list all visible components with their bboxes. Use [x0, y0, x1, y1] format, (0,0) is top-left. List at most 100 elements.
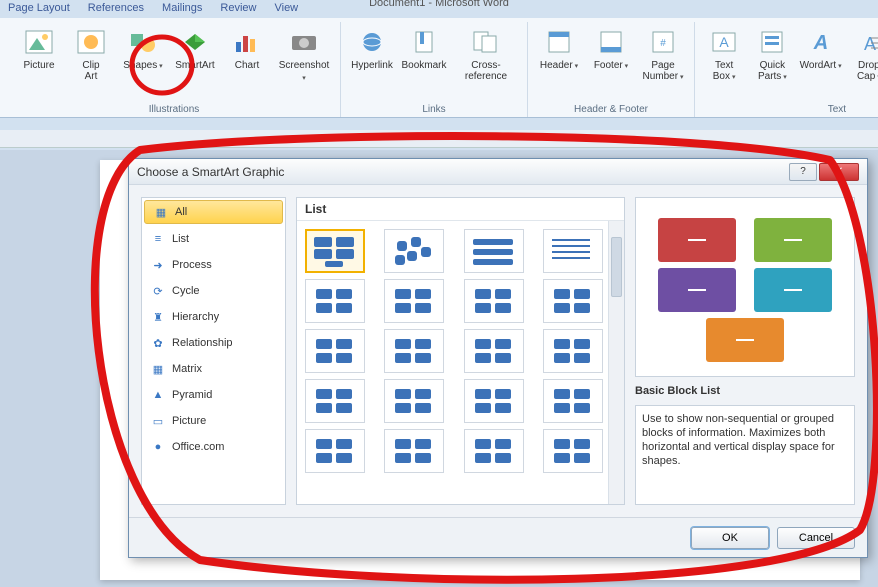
scrollbar-thumb[interactable] [611, 237, 622, 297]
ribbon: Picture Clip Art Shapes SmartArt Chart S… [0, 18, 878, 118]
category-item-process[interactable]: ➜Process [142, 252, 285, 278]
clipart-button[interactable]: Clip Art [66, 22, 116, 86]
category-item-all[interactable]: ▦ All [144, 200, 283, 224]
ribbon-tabs: Page Layout References Mailings Review V… [0, 0, 306, 16]
ribbon-tab-mailings[interactable]: Mailings [162, 2, 202, 14]
chart-icon [231, 26, 263, 58]
gallery-thumb[interactable] [305, 329, 365, 373]
svg-text:A: A [719, 34, 729, 50]
shapes-button[interactable]: Shapes [118, 22, 168, 76]
category-item-matrix[interactable]: ▦Matrix [142, 356, 285, 382]
dialog-titlebar[interactable]: Choose a SmartArt Graphic ? ✕ [129, 159, 867, 185]
footer-button[interactable]: Footer [586, 22, 636, 76]
preview-title: Basic Block List [635, 385, 855, 397]
gallery-thumb[interactable] [305, 229, 365, 273]
dialog-help-button[interactable]: ? [789, 163, 817, 181]
preview-description: Use to show non-sequential or grouped bl… [635, 405, 855, 505]
wordart-icon: A [805, 26, 837, 58]
dropcap-label: Drop Cap [857, 60, 878, 83]
ok-button[interactable]: OK [691, 527, 769, 549]
category-item-hierarchy[interactable]: ♜Hierarchy [142, 304, 285, 330]
gallery-thumb[interactable] [384, 279, 444, 323]
dialog-close-button[interactable]: ✕ [819, 163, 859, 181]
gallery-thumb[interactable] [543, 229, 603, 273]
bookmark-button[interactable]: Bookmark [399, 22, 449, 75]
quickparts-icon [756, 26, 788, 58]
category-label: Office.com [172, 441, 224, 453]
category-label: Process [172, 259, 212, 271]
preview-block [706, 318, 784, 362]
ribbon-tab-view[interactable]: View [274, 2, 298, 14]
category-icon: ▭ [150, 413, 166, 429]
quickparts-button[interactable]: Quick Parts [749, 22, 795, 87]
gallery-thumb[interactable] [464, 329, 524, 373]
category-label: Picture [172, 415, 206, 427]
screenshot-button[interactable]: Screenshot [274, 22, 334, 88]
category-item-picture[interactable]: ▭ Picture [142, 408, 285, 434]
gallery-thumb[interactable] [305, 429, 365, 473]
gallery-grid [305, 229, 616, 473]
category-icon: ✿ [150, 335, 166, 351]
category-icon: ● [150, 439, 166, 455]
gallery-thumb[interactable] [305, 279, 365, 323]
preview-block [754, 218, 832, 262]
gallery-thumb[interactable] [543, 379, 603, 423]
category-label: Relationship [172, 337, 233, 349]
ribbon-tab-references[interactable]: References [88, 2, 144, 14]
gallery-thumb[interactable] [384, 429, 444, 473]
smartart-label: SmartArt [175, 60, 214, 71]
cancel-button[interactable]: Cancel [777, 527, 855, 549]
gallery-scroll[interactable] [297, 221, 624, 504]
ribbon-tab-review[interactable]: Review [220, 2, 256, 14]
gallery-thumb[interactable] [464, 379, 524, 423]
gallery-thumb[interactable] [384, 229, 444, 273]
category-item-pyramid[interactable]: ▲Pyramid [142, 382, 285, 408]
preview-block [658, 218, 736, 262]
gallery-thumb[interactable] [384, 329, 444, 373]
hyperlink-button[interactable]: Hyperlink [347, 22, 397, 75]
hyperlink-icon [356, 26, 388, 58]
category-item-relationship[interactable]: ✿ Relationship [142, 330, 285, 356]
ribbon-group-headerfooter: Header Footer # Page Number Header & Foo… [528, 22, 695, 117]
preview-panel: Basic Block List Use to show non-sequent… [635, 197, 855, 505]
gallery-thumb[interactable] [543, 429, 603, 473]
textbox-label: Text Box [713, 60, 736, 83]
picture-button[interactable]: Picture [14, 22, 64, 75]
gallery-thumb[interactable] [305, 379, 365, 423]
category-icon: ▦ [153, 204, 169, 220]
dropcap-icon: A [853, 26, 878, 58]
dropcap-button[interactable]: A Drop Cap [846, 22, 878, 87]
gallery-heading: List [297, 198, 624, 221]
gallery-thumb[interactable] [464, 279, 524, 323]
svg-text:A: A [812, 32, 827, 54]
footer-icon [595, 26, 627, 58]
category-item-office-com[interactable]: ● Office.com [142, 434, 285, 460]
gallery-thumb[interactable] [543, 329, 603, 373]
wordart-button[interactable]: A WordArt [798, 22, 844, 76]
dialog-footer: OK Cancel [129, 517, 867, 557]
gallery-thumb[interactable] [464, 229, 524, 273]
gallery-scrollbar[interactable] [608, 221, 624, 504]
ribbon-tab-page-layout[interactable]: Page Layout [8, 2, 70, 14]
category-item-list[interactable]: ≡List [142, 226, 285, 252]
smartart-button[interactable]: SmartArt [170, 22, 220, 75]
gallery-panel: List [296, 197, 625, 505]
header-button[interactable]: Header [534, 22, 584, 76]
footer-label: Footer [594, 60, 628, 72]
chart-button[interactable]: Chart [222, 22, 272, 75]
gallery-thumb[interactable] [384, 379, 444, 423]
clipart-icon [75, 26, 107, 58]
svg-text:A: A [864, 34, 876, 54]
clipart-label: Clip Art [82, 60, 99, 82]
preview-image [635, 197, 855, 377]
crossref-button[interactable]: Cross-reference [451, 22, 521, 86]
gallery-thumb[interactable] [543, 279, 603, 323]
gallery-thumb[interactable] [464, 429, 524, 473]
pagenumber-button[interactable]: # Page Number [638, 22, 688, 87]
category-icon: ▦ [150, 361, 166, 377]
category-item-cycle[interactable]: ⟳Cycle [142, 278, 285, 304]
category-label: All [175, 206, 187, 218]
textbox-button[interactable]: A Text Box [701, 22, 747, 87]
headerfooter-group-label: Header & Footer [574, 102, 648, 117]
ribbon-group-links: Hyperlink Bookmark Cross-reference Links [341, 22, 528, 117]
